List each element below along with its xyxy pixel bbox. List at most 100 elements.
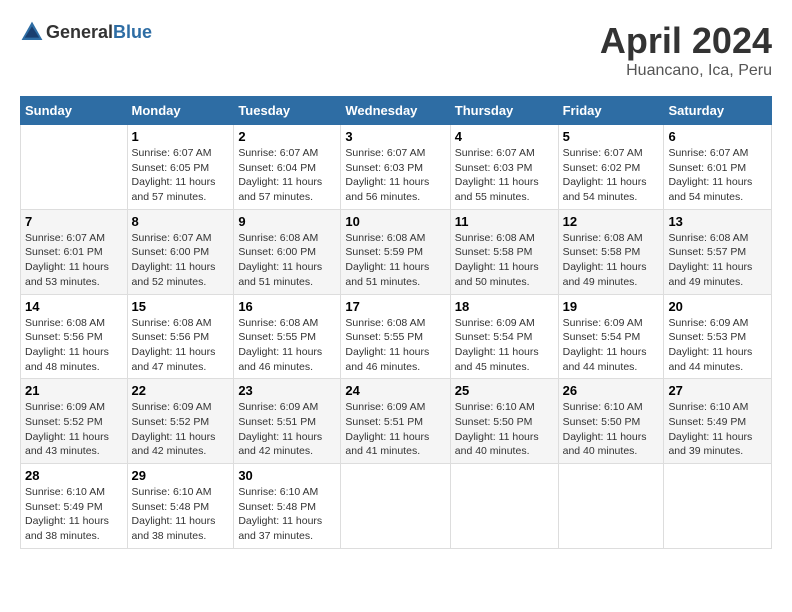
day-info: Sunrise: 6:09 AM Sunset: 5:52 PM Dayligh… xyxy=(25,400,123,459)
calendar-cell: 12 Sunrise: 6:08 AM Sunset: 5:58 PM Dayli… xyxy=(558,209,664,294)
calendar-cell: 13 Sunrise: 6:08 AM Sunset: 5:57 PM Dayli… xyxy=(664,209,772,294)
day-number: 20 xyxy=(668,299,767,314)
day-number: 6 xyxy=(668,129,767,144)
calendar-cell xyxy=(341,464,450,549)
day-info: Sunrise: 6:09 AM Sunset: 5:52 PM Dayligh… xyxy=(132,400,230,459)
day-info: Sunrise: 6:10 AM Sunset: 5:49 PM Dayligh… xyxy=(25,485,123,544)
day-info: Sunrise: 6:08 AM Sunset: 5:58 PM Dayligh… xyxy=(563,231,660,290)
day-number: 10 xyxy=(345,214,445,229)
day-number: 18 xyxy=(455,299,554,314)
week-row-2: 7 Sunrise: 6:07 AM Sunset: 6:01 PM Daylig… xyxy=(21,209,772,294)
calendar-cell: 10 Sunrise: 6:08 AM Sunset: 5:59 PM Dayli… xyxy=(341,209,450,294)
day-info: Sunrise: 6:10 AM Sunset: 5:50 PM Dayligh… xyxy=(563,400,660,459)
day-number: 14 xyxy=(25,299,123,314)
day-number: 19 xyxy=(563,299,660,314)
day-number: 24 xyxy=(345,383,445,398)
month-title: April 2024 xyxy=(600,20,772,62)
day-number: 15 xyxy=(132,299,230,314)
title-block: April 2024 Huancano, Ica, Peru xyxy=(600,20,772,80)
day-number: 5 xyxy=(563,129,660,144)
calendar-cell xyxy=(558,464,664,549)
calendar-cell: 8 Sunrise: 6:07 AM Sunset: 6:00 PM Daylig… xyxy=(127,209,234,294)
logo-general: General xyxy=(46,22,113,42)
calendar-cell: 28 Sunrise: 6:10 AM Sunset: 5:49 PM Dayli… xyxy=(21,464,128,549)
calendar-cell xyxy=(450,464,558,549)
weekday-header-thursday: Thursday xyxy=(450,97,558,125)
day-info: Sunrise: 6:07 AM Sunset: 6:05 PM Dayligh… xyxy=(132,146,230,205)
calendar-cell: 23Sunrise: 6:09 AM Sunset: 5:51 PM Dayli… xyxy=(234,379,341,464)
day-info: Sunrise: 6:07 AM Sunset: 6:04 PM Dayligh… xyxy=(238,146,336,205)
calendar-cell: 17 Sunrise: 6:08 AM Sunset: 5:55 PM Dayli… xyxy=(341,294,450,379)
day-number: 7 xyxy=(25,214,123,229)
day-info: Sunrise: 6:07 AM Sunset: 6:03 PM Dayligh… xyxy=(455,146,554,205)
calendar-cell: 7 Sunrise: 6:07 AM Sunset: 6:01 PM Daylig… xyxy=(21,209,128,294)
day-number: 4 xyxy=(455,129,554,144)
day-number: 26 xyxy=(563,383,660,398)
calendar-cell: 18 Sunrise: 6:09 AM Sunset: 5:54 PM Dayli… xyxy=(450,294,558,379)
day-info: Sunrise: 6:08 AM Sunset: 5:57 PM Dayligh… xyxy=(668,231,767,290)
day-info: Sunrise: 6:08 AM Sunset: 5:58 PM Dayligh… xyxy=(455,231,554,290)
day-number: 12 xyxy=(563,214,660,229)
day-info: Sunrise: 6:07 AM Sunset: 6:01 PM Dayligh… xyxy=(25,231,123,290)
weekday-header-sunday: Sunday xyxy=(21,97,128,125)
calendar-cell: 24Sunrise: 6:09 AM Sunset: 5:51 PM Dayli… xyxy=(341,379,450,464)
calendar-table: SundayMondayTuesdayWednesdayThursdayFrid… xyxy=(20,96,772,549)
day-number: 17 xyxy=(345,299,445,314)
logo-blue: Blue xyxy=(113,22,152,42)
day-info: Sunrise: 6:08 AM Sunset: 5:59 PM Dayligh… xyxy=(345,231,445,290)
weekday-header-tuesday: Tuesday xyxy=(234,97,341,125)
day-number: 25 xyxy=(455,383,554,398)
calendar-cell: 26 Sunrise: 6:10 AM Sunset: 5:50 PM Dayli… xyxy=(558,379,664,464)
day-number: 3 xyxy=(345,129,445,144)
calendar-cell: 20 Sunrise: 6:09 AM Sunset: 5:53 PM Dayli… xyxy=(664,294,772,379)
calendar-cell: 30Sunrise: 6:10 AM Sunset: 5:48 PM Dayli… xyxy=(234,464,341,549)
day-info: Sunrise: 6:08 AM Sunset: 6:00 PM Dayligh… xyxy=(238,231,336,290)
day-number: 1 xyxy=(132,129,230,144)
day-info: Sunrise: 6:09 AM Sunset: 5:54 PM Dayligh… xyxy=(563,316,660,375)
calendar-cell: 16Sunrise: 6:08 AM Sunset: 5:55 PM Dayli… xyxy=(234,294,341,379)
calendar-cell xyxy=(21,125,128,210)
day-info: Sunrise: 6:10 AM Sunset: 5:48 PM Dayligh… xyxy=(238,485,336,544)
weekday-header-friday: Friday xyxy=(558,97,664,125)
day-number: 28 xyxy=(25,468,123,483)
day-info: Sunrise: 6:09 AM Sunset: 5:54 PM Dayligh… xyxy=(455,316,554,375)
day-info: Sunrise: 6:08 AM Sunset: 5:55 PM Dayligh… xyxy=(345,316,445,375)
page-header: GeneralBlue April 2024 Huancano, Ica, Pe… xyxy=(20,20,772,80)
logo: GeneralBlue xyxy=(20,20,152,44)
calendar-cell: 4 Sunrise: 6:07 AM Sunset: 6:03 PM Daylig… xyxy=(450,125,558,210)
day-number: 13 xyxy=(668,214,767,229)
calendar-cell: 22 Sunrise: 6:09 AM Sunset: 5:52 PM Dayli… xyxy=(127,379,234,464)
calendar-cell: 5 Sunrise: 6:07 AM Sunset: 6:02 PM Daylig… xyxy=(558,125,664,210)
calendar-cell: 14Sunrise: 6:08 AM Sunset: 5:56 PM Dayli… xyxy=(21,294,128,379)
calendar-cell xyxy=(664,464,772,549)
day-number: 2 xyxy=(238,129,336,144)
day-info: Sunrise: 6:10 AM Sunset: 5:49 PM Dayligh… xyxy=(668,400,767,459)
day-info: Sunrise: 6:09 AM Sunset: 5:51 PM Dayligh… xyxy=(238,400,336,459)
weekday-header-saturday: Saturday xyxy=(664,97,772,125)
day-info: Sunrise: 6:09 AM Sunset: 5:53 PM Dayligh… xyxy=(668,316,767,375)
weekday-header-row: SundayMondayTuesdayWednesdayThursdayFrid… xyxy=(21,97,772,125)
day-number: 29 xyxy=(132,468,230,483)
day-number: 9 xyxy=(238,214,336,229)
calendar-cell: 2 Sunrise: 6:07 AM Sunset: 6:04 PM Daylig… xyxy=(234,125,341,210)
day-number: 21 xyxy=(25,383,123,398)
calendar-cell: 19 Sunrise: 6:09 AM Sunset: 5:54 PM Dayli… xyxy=(558,294,664,379)
weekday-header-wednesday: Wednesday xyxy=(341,97,450,125)
week-row-5: 28 Sunrise: 6:10 AM Sunset: 5:49 PM Dayli… xyxy=(21,464,772,549)
day-info: Sunrise: 6:08 AM Sunset: 5:56 PM Dayligh… xyxy=(132,316,230,375)
day-info: Sunrise: 6:10 AM Sunset: 5:50 PM Dayligh… xyxy=(455,400,554,459)
week-row-1: 1 Sunrise: 6:07 AM Sunset: 6:05 PM Daylig… xyxy=(21,125,772,210)
calendar-cell: 6 Sunrise: 6:07 AM Sunset: 6:01 PM Daylig… xyxy=(664,125,772,210)
day-info: Sunrise: 6:07 AM Sunset: 6:01 PM Dayligh… xyxy=(668,146,767,205)
week-row-4: 21 Sunrise: 6:09 AM Sunset: 5:52 PM Dayli… xyxy=(21,379,772,464)
day-info: Sunrise: 6:10 AM Sunset: 5:48 PM Dayligh… xyxy=(132,485,230,544)
day-number: 22 xyxy=(132,383,230,398)
day-info: Sunrise: 6:07 AM Sunset: 6:00 PM Dayligh… xyxy=(132,231,230,290)
calendar-cell: 27Sunrise: 6:10 AM Sunset: 5:49 PM Dayli… xyxy=(664,379,772,464)
calendar-cell: 29 Sunrise: 6:10 AM Sunset: 5:48 PM Dayli… xyxy=(127,464,234,549)
day-number: 8 xyxy=(132,214,230,229)
week-row-3: 14 Sunrise: 6:08 AM Sunset: 5:56 PM Dayli… xyxy=(21,294,772,379)
calendar-cell: 9 Sunrise: 6:08 AM Sunset: 6:00 PM Daylig… xyxy=(234,209,341,294)
day-info: Sunrise: 6:07 AM Sunset: 6:02 PM Dayligh… xyxy=(563,146,660,205)
calendar-cell: 15 Sunrise: 6:08 AM Sunset: 5:56 PM Dayli… xyxy=(127,294,234,379)
